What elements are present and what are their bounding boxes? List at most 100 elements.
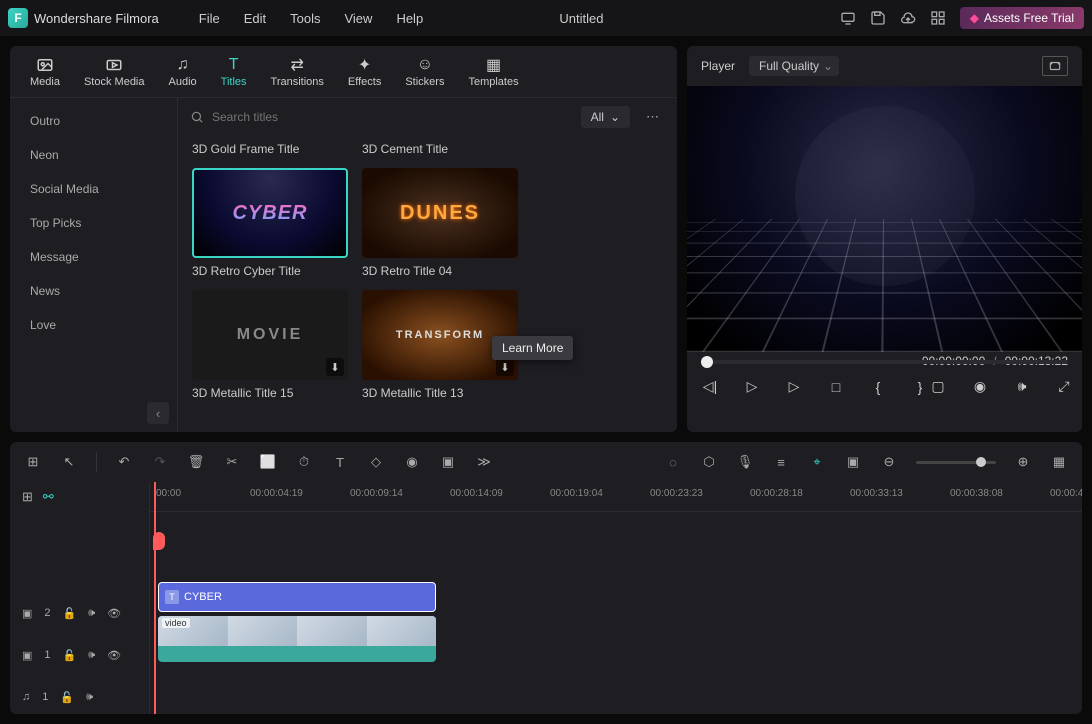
fullscreen-button[interactable]: ⤢: [1055, 378, 1073, 395]
tab-stock-media[interactable]: Stock Media: [84, 56, 145, 88]
trial-button[interactable]: ◆ Assets Free Trial: [960, 7, 1084, 29]
sidebar-item-news[interactable]: News: [10, 274, 177, 308]
menu-tools[interactable]: Tools: [290, 11, 320, 26]
auto-button[interactable]: ⌖: [808, 454, 826, 470]
camera-button[interactable]: ◉: [971, 378, 989, 395]
collapse-sidebar-button[interactable]: ‹: [147, 402, 169, 424]
voiceover-button[interactable]: 🎙: [736, 454, 754, 470]
track-type-icon: ▣: [22, 649, 32, 662]
keyframe-button[interactable]: ◇: [367, 454, 385, 470]
tab-titles[interactable]: TTitles: [221, 56, 247, 88]
delete-button[interactable]: 🗑: [187, 454, 205, 470]
zoom-slider[interactable]: [916, 461, 996, 464]
mark-out-button[interactable]: }: [911, 379, 929, 395]
title-thumbnail[interactable]: TRANSFORM⬇: [362, 290, 518, 380]
mute-icon[interactable]: 🕪: [88, 607, 95, 620]
progress-bar[interactable]: [701, 360, 1068, 364]
download-icon[interactable]: ⬇: [326, 358, 344, 376]
title-thumbnail[interactable]: DUNES: [362, 168, 518, 258]
filter-dropdown[interactable]: All⌄: [581, 106, 630, 128]
sidebar-item-outro[interactable]: Outro: [10, 104, 177, 138]
title-item[interactable]: CYBER 3D Retro Cyber Title: [192, 168, 348, 280]
tab-audio[interactable]: ♫Audio: [169, 56, 197, 88]
add-track-button[interactable]: ⊞: [22, 489, 33, 505]
category-sidebar: Outro Neon Social Media Top Picks Messag…: [10, 98, 178, 432]
mute-icon[interactable]: 🕪: [86, 691, 93, 704]
redo-button[interactable]: ↷: [151, 454, 169, 470]
audio-track[interactable]: [150, 664, 1082, 698]
lock-icon[interactable]: 🔓: [60, 691, 74, 704]
mark-in-button[interactable]: {: [869, 379, 887, 395]
tab-effects[interactable]: ✦Effects: [348, 56, 381, 88]
speed-button[interactable]: ⏱: [295, 454, 313, 470]
zoom-out-button[interactable]: ⊖: [880, 454, 898, 470]
title-clip[interactable]: T CYBER: [158, 582, 436, 612]
title-thumbnail[interactable]: CYBER: [192, 168, 348, 258]
view-mode-button[interactable]: ▦: [1050, 454, 1068, 470]
snapshot-button[interactable]: [1042, 56, 1068, 76]
volume-button[interactable]: 🕪: [1013, 378, 1031, 395]
sidebar-item-social-media[interactable]: Social Media: [10, 172, 177, 206]
render-button[interactable]: ◌: [664, 455, 682, 470]
crop-button[interactable]: ⬜: [259, 454, 277, 470]
title-thumbnail[interactable]: MOVIE⬇: [192, 290, 348, 380]
search-input[interactable]: [212, 110, 571, 124]
sidebar-item-love[interactable]: Love: [10, 308, 177, 342]
video-preview[interactable]: [687, 86, 1082, 352]
title-item[interactable]: DUNES 3D Retro Title 04: [362, 168, 518, 280]
title-browser: Outro Neon Social Media Top Picks Messag…: [10, 98, 677, 432]
color-button[interactable]: ◉: [403, 454, 421, 470]
apps-icon[interactable]: [930, 10, 946, 26]
lock-icon[interactable]: 🔓: [63, 649, 77, 662]
sidebar-item-message[interactable]: Message: [10, 240, 177, 274]
marker-button[interactable]: ⬡: [700, 454, 718, 470]
zoom-handle[interactable]: [976, 457, 986, 467]
time-ruler[interactable]: 00:00 00:00:04:19 00:00:09:14 00:00:14:0…: [150, 482, 1082, 512]
next-button[interactable]: ▷: [785, 378, 803, 395]
prev-frame-button[interactable]: ◁|: [701, 378, 719, 395]
undo-button[interactable]: ↶: [115, 454, 133, 470]
cloud-icon[interactable]: [900, 10, 916, 26]
save-icon[interactable]: [870, 10, 886, 26]
track-header-a1[interactable]: ♫1 🔓 🕪: [10, 680, 149, 714]
more-options-button[interactable]: ⋯: [640, 109, 665, 125]
menu-file[interactable]: File: [199, 11, 220, 26]
layout-icon[interactable]: ⊞: [24, 454, 42, 470]
timeline-tracks[interactable]: 00:00 00:00:04:19 00:00:09:14 00:00:14:0…: [150, 482, 1082, 714]
green-screen-button[interactable]: ▣: [439, 454, 457, 470]
snapshot-tool[interactable]: ▣: [844, 454, 862, 470]
track-header-t2[interactable]: ▣2 🔓 🕪 👁: [10, 596, 149, 630]
progress-handle[interactable]: [701, 356, 713, 368]
title-track[interactable]: T CYBER: [150, 580, 1082, 614]
mute-icon[interactable]: 🕪: [88, 649, 95, 662]
display-button[interactable]: ▢: [929, 378, 947, 395]
link-button[interactable]: ⚯: [43, 489, 54, 505]
video-track[interactable]: video: [150, 614, 1082, 664]
tab-media[interactable]: Media: [30, 56, 60, 88]
quality-dropdown[interactable]: Full Quality: [749, 56, 839, 76]
visibility-icon[interactable]: 👁: [107, 649, 121, 662]
sidebar-item-top-picks[interactable]: Top Picks: [10, 206, 177, 240]
learn-more-tooltip[interactable]: Learn More: [492, 336, 573, 360]
download-icon[interactable]: ⬇: [496, 358, 514, 376]
more-tools-button[interactable]: ≫: [475, 454, 493, 470]
menu-edit[interactable]: Edit: [244, 11, 266, 26]
tab-stickers[interactable]: ☺Stickers: [405, 56, 444, 88]
search-box: [190, 110, 571, 124]
zoom-in-button[interactable]: ⊕: [1014, 454, 1032, 470]
title-item[interactable]: MOVIE⬇ 3D Metallic Title 15: [192, 290, 348, 402]
pointer-icon[interactable]: ↖: [60, 454, 78, 470]
mixer-button[interactable]: ≡: [772, 455, 790, 470]
lock-icon[interactable]: 🔓: [63, 607, 77, 620]
stop-button[interactable]: □: [827, 379, 845, 395]
tab-transitions[interactable]: ⇄Transitions: [271, 56, 324, 88]
visibility-icon[interactable]: 👁: [107, 607, 121, 620]
play-button[interactable]: ▷: [743, 378, 761, 395]
tab-templates[interactable]: ▦Templates: [468, 56, 518, 88]
device-icon[interactable]: [840, 10, 856, 26]
track-header-t1[interactable]: ▣1 🔓 🕪 👁: [10, 630, 149, 680]
text-button[interactable]: T: [331, 455, 349, 470]
video-clip[interactable]: video: [158, 616, 436, 662]
split-button[interactable]: ✂: [223, 454, 241, 470]
sidebar-item-neon[interactable]: Neon: [10, 138, 177, 172]
